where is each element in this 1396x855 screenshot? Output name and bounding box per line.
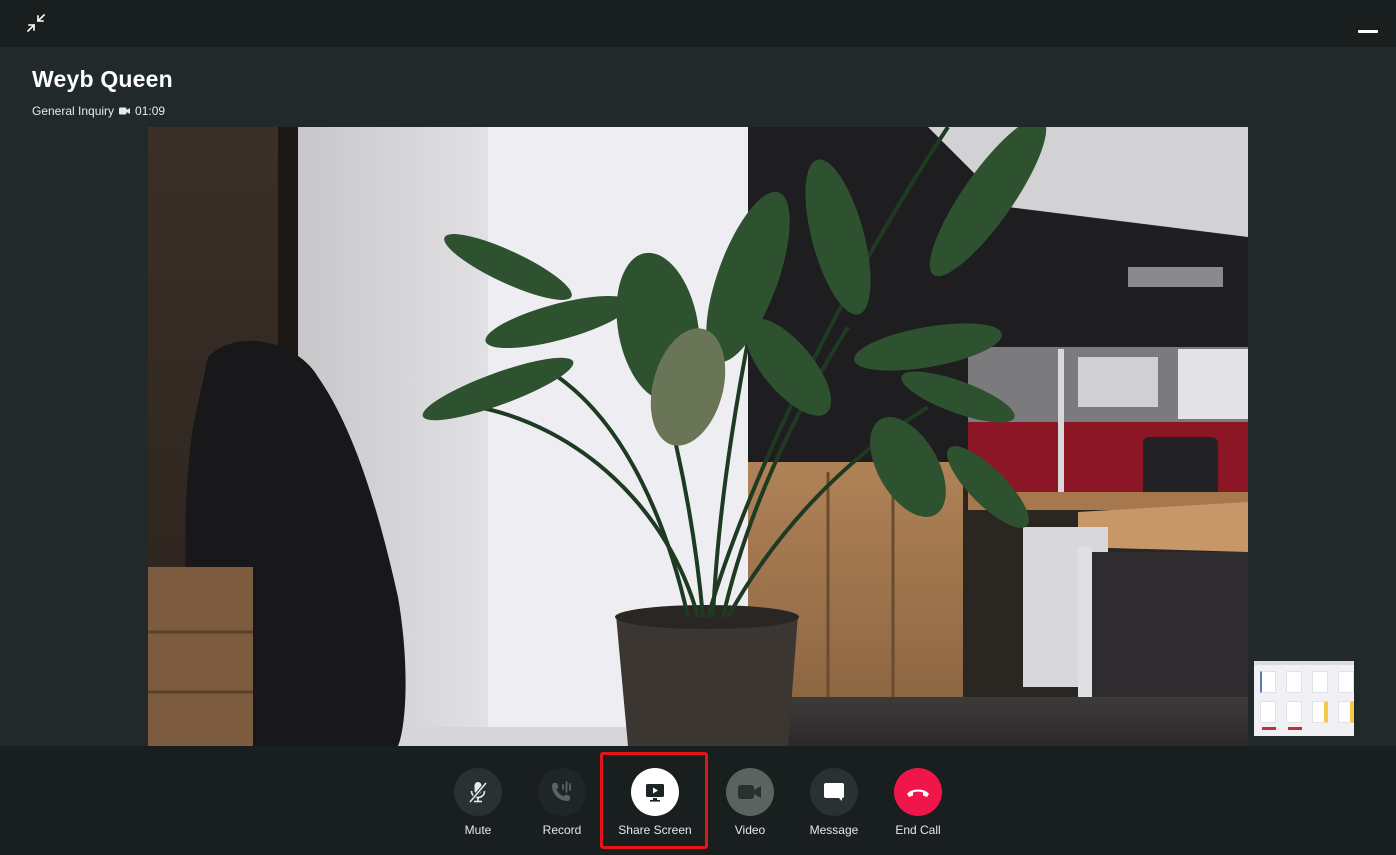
mute-button-circle bbox=[454, 768, 502, 816]
screen-share-icon bbox=[646, 784, 664, 802]
mute-button[interactable]: Mute bbox=[433, 768, 523, 837]
record-button[interactable]: Record bbox=[517, 768, 607, 837]
queue-name: General Inquiry bbox=[32, 104, 115, 118]
video-button[interactable]: Video bbox=[705, 768, 795, 837]
video-label: Video bbox=[734, 823, 766, 837]
call-info: General Inquiry 01:09 bbox=[32, 104, 165, 118]
title-bar bbox=[0, 0, 1396, 47]
end-call-label: End Call bbox=[895, 823, 941, 837]
chat-bubble-icon bbox=[824, 783, 844, 801]
mute-label: Mute bbox=[464, 823, 492, 837]
message-button-circle bbox=[810, 768, 858, 816]
phone-record-icon bbox=[552, 781, 571, 801]
share-screen-label: Share Screen bbox=[618, 823, 692, 837]
microphone-off-icon bbox=[468, 781, 488, 804]
message-button[interactable]: Message bbox=[789, 768, 879, 837]
screen-share-thumbnail[interactable] bbox=[1254, 661, 1354, 736]
video-button-circle bbox=[726, 768, 774, 816]
remote-video-feed bbox=[148, 127, 1248, 746]
collapse-arrows-icon bbox=[26, 13, 46, 33]
caller-name: Weyb Queen bbox=[32, 66, 173, 92]
share-screen-button-circle bbox=[631, 768, 679, 816]
video-scene bbox=[148, 127, 1248, 746]
video-call-window: Weyb Queen General Inquiry 01:09 Mute Re… bbox=[0, 0, 1396, 855]
call-duration: 01:09 bbox=[135, 104, 166, 118]
video-camera-icon bbox=[119, 107, 131, 115]
message-label: Message bbox=[809, 823, 859, 837]
minimize-button[interactable] bbox=[1356, 22, 1382, 36]
end-call-button-circle bbox=[894, 768, 942, 816]
collapse-button[interactable] bbox=[25, 12, 47, 34]
record-label: Record bbox=[542, 823, 582, 837]
end-call-button[interactable]: End Call bbox=[873, 768, 963, 837]
share-screen-button[interactable]: Share Screen bbox=[610, 768, 700, 837]
video-camera-icon bbox=[738, 785, 761, 799]
record-button-circle bbox=[538, 768, 586, 816]
hang-up-icon bbox=[907, 789, 929, 797]
